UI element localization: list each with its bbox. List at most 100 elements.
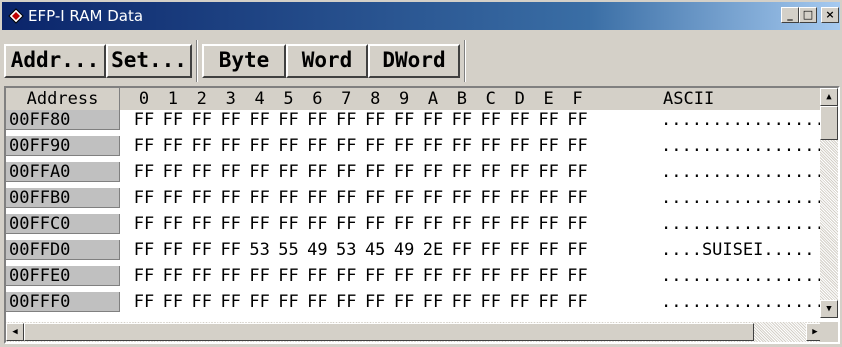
byte-cell[interactable]: FF <box>392 188 416 208</box>
byte-cell[interactable]: FF <box>479 162 503 182</box>
byte-cell[interactable]: FF <box>566 188 590 208</box>
byte-cell[interactable]: FF <box>479 188 503 208</box>
byte-cell[interactable]: 49 <box>305 240 329 260</box>
byte-cell[interactable]: FF <box>392 136 416 156</box>
byte-cell[interactable]: 53 <box>248 240 272 260</box>
table-row[interactable]: 00FFD0 FF FF FF FF 53 55 49 53 45 49 2E FF FF FF FF FF..… <box>6 240 824 261</box>
byte-cell[interactable]: 49 <box>392 240 416 260</box>
byte-cell[interactable]: FF <box>161 110 185 130</box>
byte-cell[interactable]: 45 <box>363 240 387 260</box>
row-address[interactable]: 00FFC0 <box>6 214 120 234</box>
horizontal-scrollbar[interactable]: ◀ ▶ <box>6 322 824 342</box>
byte-cell[interactable]: FF <box>219 214 243 234</box>
row-address[interactable]: 00FF90 <box>6 136 120 156</box>
byte-cell[interactable]: FF <box>537 136 561 156</box>
byte-cell[interactable]: FF <box>305 136 329 156</box>
row-address[interactable]: 00FFF0 <box>6 292 120 312</box>
byte-cell[interactable]: FF <box>450 292 474 312</box>
byte-cell[interactable]: FF <box>305 292 329 312</box>
table-row[interactable]: 00FF90 FF FF FF FF FF FF FF FF FF FF FF FF FF FF FF FF..… <box>6 136 825 157</box>
byte-cell[interactable]: FF <box>421 110 445 130</box>
byte-cell[interactable]: FF <box>334 292 358 312</box>
byte-cell[interactable]: FF <box>508 266 532 286</box>
byte-cell[interactable]: FF <box>450 188 474 208</box>
byte-cell[interactable]: FF <box>190 292 214 312</box>
ascii-cell[interactable]: ................ <box>661 188 825 208</box>
byte-cell[interactable]: FF <box>219 162 243 182</box>
byte-cell[interactable]: FF <box>363 266 387 286</box>
byte-cell[interactable]: FF <box>421 188 445 208</box>
byte-cell[interactable]: FF <box>363 188 387 208</box>
scroll-up-button[interactable]: ▲ <box>820 88 838 106</box>
byte-cell[interactable]: FF <box>248 266 272 286</box>
byte-cell[interactable]: FF <box>450 266 474 286</box>
byte-cell[interactable]: FF <box>161 162 185 182</box>
byte-cell[interactable]: FF <box>479 292 503 312</box>
byte-cell[interactable]: FF <box>277 292 301 312</box>
byte-cell[interactable]: FF <box>132 110 156 130</box>
byte-cell[interactable]: FF <box>277 110 301 130</box>
byte-cell[interactable]: FF <box>248 136 272 156</box>
ascii-cell[interactable]: ....SUISEI..... <box>661 240 815 260</box>
byte-cell[interactable]: FF <box>363 136 387 156</box>
title-bar[interactable]: EFP-I RAM Data _ □ × <box>2 2 840 30</box>
set-button[interactable]: Set... <box>106 44 192 78</box>
byte-cell[interactable]: FF <box>161 214 185 234</box>
byte-cell[interactable]: FF <box>334 266 358 286</box>
byte-cell[interactable]: FF <box>537 214 561 234</box>
byte-cell[interactable]: FF <box>508 110 532 130</box>
byte-cell[interactable]: FF <box>248 162 272 182</box>
table-row[interactable]: 00FF80 FF FF FF FF FF FF FF FF FF FF FF FF FF FF FF FF..… <box>6 110 825 131</box>
word-button[interactable]: Word <box>286 44 368 78</box>
addr-button[interactable]: Addr... <box>4 44 106 78</box>
byte-cell[interactable]: FF <box>363 214 387 234</box>
table-row[interactable]: 00FFB0 FF FF FF FF FF FF FF FF FF FF FF FF FF FF FF FF..… <box>6 188 825 209</box>
minimize-button[interactable]: _ <box>781 7 799 23</box>
maximize-button[interactable]: □ <box>799 7 817 23</box>
byte-cell[interactable]: FF <box>566 214 590 234</box>
dword-button[interactable]: DWord <box>368 44 460 78</box>
byte-cell[interactable]: 2E <box>421 240 445 260</box>
byte-cell[interactable]: FF <box>305 266 329 286</box>
ascii-cell[interactable]: ................ <box>661 162 825 182</box>
byte-cell[interactable]: FF <box>190 214 214 234</box>
byte-cell[interactable]: FF <box>392 266 416 286</box>
byte-cell[interactable]: FF <box>421 266 445 286</box>
byte-cell[interactable]: FF <box>219 188 243 208</box>
byte-cell[interactable]: FF <box>277 266 301 286</box>
byte-cell[interactable]: FF <box>305 162 329 182</box>
byte-cell[interactable]: FF <box>248 292 272 312</box>
byte-cell[interactable]: FF <box>479 240 503 260</box>
table-row[interactable]: 00FFE0 FF FF FF FF FF FF FF FF FF FF FF FF FF FF FF FF..… <box>6 266 825 287</box>
scroll-down-button[interactable]: ▼ <box>820 300 838 318</box>
byte-cell[interactable]: FF <box>305 110 329 130</box>
ascii-cell[interactable]: ................ <box>661 214 825 234</box>
vertical-scroll-thumb[interactable] <box>820 106 838 140</box>
row-address[interactable]: 00FF80 <box>6 110 120 130</box>
byte-cell[interactable]: FF <box>161 136 185 156</box>
byte-cell[interactable]: FF <box>277 162 301 182</box>
byte-cell[interactable]: FF <box>479 136 503 156</box>
byte-cell[interactable]: FF <box>219 136 243 156</box>
byte-cell[interactable]: FF <box>190 188 214 208</box>
close-button[interactable]: × <box>821 7 839 23</box>
byte-cell[interactable]: FF <box>566 136 590 156</box>
byte-cell[interactable]: FF <box>190 136 214 156</box>
byte-cell[interactable]: FF <box>219 110 243 130</box>
byte-cell[interactable]: FF <box>566 240 590 260</box>
byte-cell[interactable]: FF <box>190 266 214 286</box>
byte-cell[interactable]: FF <box>277 136 301 156</box>
byte-cell[interactable]: FF <box>479 214 503 234</box>
byte-cell[interactable]: FF <box>508 292 532 312</box>
byte-cell[interactable]: FF <box>508 162 532 182</box>
byte-cell[interactable]: FF <box>305 188 329 208</box>
byte-cell[interactable]: 55 <box>277 240 301 260</box>
byte-cell[interactable]: FF <box>190 240 214 260</box>
byte-cell[interactable]: FF <box>508 136 532 156</box>
byte-cell[interactable]: FF <box>334 188 358 208</box>
vertical-scrollbar[interactable]: ▲ ▼ <box>820 88 838 318</box>
table-row[interactable]: 00FFA0 FF FF FF FF FF FF FF FF FF FF FF FF FF FF FF FF..… <box>6 162 825 183</box>
byte-cell[interactable]: FF <box>537 110 561 130</box>
byte-cell[interactable]: FF <box>334 136 358 156</box>
row-address[interactable]: 00FFE0 <box>6 266 120 286</box>
